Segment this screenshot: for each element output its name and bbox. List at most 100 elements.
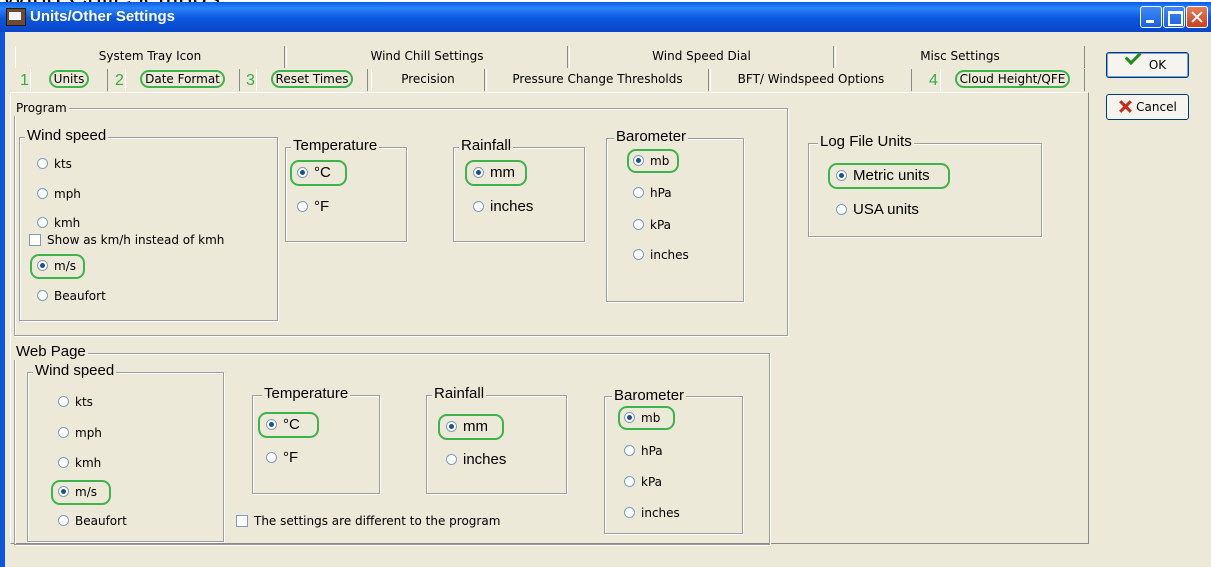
web-temperature-group <box>252 395 380 494</box>
settings-window: Units/Other Settings System Tray Icon Wi… <box>0 0 1211 567</box>
program-rain-inches-radio[interactable]: inches <box>473 198 533 216</box>
app-icon <box>6 8 26 26</box>
program-baro-mb-radio[interactable]: mb <box>633 152 669 170</box>
tab-date-format-label: Date Format <box>140 70 225 88</box>
program-temp-f-radio[interactable]: °F <box>297 198 329 216</box>
web-wind-speed-label: Wind speed <box>33 362 117 379</box>
tab-system-tray-icon[interactable]: System Tray Icon <box>15 46 285 68</box>
web-wind-ms-radio[interactable]: m/s <box>58 483 97 501</box>
program-baro-hpa-radio[interactable]: hPa <box>633 184 672 202</box>
program-wind-beaufort-radio[interactable]: Beaufort <box>37 287 106 305</box>
radio-button-icon <box>37 158 48 169</box>
radio-button-icon <box>633 155 644 166</box>
close-button[interactable] <box>1186 6 1208 28</box>
minimize-button[interactable] <box>1140 6 1162 28</box>
radio-button-icon <box>633 187 644 198</box>
show-kmh-checkbox[interactable]: Show as km/h instead of kmh <box>29 231 224 249</box>
web-rain-inches-radio[interactable]: inches <box>446 451 506 469</box>
program-baro-kpa-radio[interactable]: kPa <box>633 216 671 234</box>
radio-button-icon <box>58 486 69 497</box>
web-baro-mb-radio[interactable]: mb <box>624 409 660 427</box>
maximize-button[interactable] <box>1163 6 1185 28</box>
tab-reset-times[interactable]: Reset Times <box>256 69 368 91</box>
radio-button-icon <box>266 452 277 463</box>
radio-button-icon <box>624 507 635 518</box>
annotation-number-2: 2 <box>115 72 124 89</box>
web-temp-c-radio[interactable]: °C <box>266 416 300 434</box>
web-rainfall-group <box>426 395 567 494</box>
annotation-number-3: 3 <box>246 72 255 89</box>
web-temp-f-radio[interactable]: °F <box>266 449 298 467</box>
annotation-number-1: 1 <box>20 72 29 89</box>
web-wind-mph-radio[interactable]: mph <box>58 424 102 442</box>
web-baro-inches-radio[interactable]: inches <box>624 504 680 522</box>
radio-button-icon <box>58 396 69 407</box>
cross-icon <box>1118 99 1132 113</box>
radio-button-icon <box>633 249 644 260</box>
radio-button-icon <box>58 427 69 438</box>
log-metric-units-radio[interactable]: Metric units <box>836 167 930 185</box>
title-bar[interactable]: Units/Other Settings <box>0 2 1211 32</box>
program-temp-c-radio[interactable]: °C <box>297 164 331 182</box>
tab-precision[interactable]: Precision <box>371 69 485 91</box>
web-baro-kpa-radio[interactable]: kPa <box>624 473 662 491</box>
tab-cloud-height-qfe[interactable]: Cloud Height/QFE <box>940 69 1085 91</box>
radio-button-icon <box>297 201 308 212</box>
ok-label: OK <box>1148 58 1167 72</box>
radio-button-icon <box>624 412 635 423</box>
cancel-button[interactable]: Cancel <box>1106 94 1189 120</box>
program-wind-mph-radio[interactable]: mph <box>37 185 81 203</box>
web-temperature-label: Temperature <box>262 385 351 402</box>
web-baro-hpa-radio[interactable]: hPa <box>624 442 663 460</box>
radio-button-icon <box>297 167 308 178</box>
checkbox-icon <box>29 234 41 246</box>
radio-button-icon <box>473 201 484 212</box>
radio-button-icon <box>37 217 48 228</box>
radio-button-icon <box>37 260 48 271</box>
radio-button-icon <box>836 204 847 215</box>
ok-button[interactable]: OK <box>1106 52 1189 78</box>
web-wind-kmh-radio[interactable]: kmh <box>58 454 101 472</box>
tab-pressure-change-thresholds[interactable]: Pressure Change Thresholds <box>486 69 709 91</box>
annotation-number-4: 4 <box>929 72 938 89</box>
log-file-units-group <box>808 143 1042 237</box>
checkbox-icon <box>236 515 248 527</box>
radio-button-icon <box>473 167 484 178</box>
program-rainfall-label: Rainfall <box>459 137 514 154</box>
log-usa-units-radio[interactable]: USA units <box>836 201 919 219</box>
program-wind-speed-label: Wind speed <box>25 127 109 144</box>
radio-button-icon <box>836 170 847 181</box>
tab-date-format[interactable]: Date Format <box>125 69 240 91</box>
program-wind-ms-radio[interactable]: m/s <box>37 257 76 275</box>
radio-button-icon <box>446 454 457 465</box>
radio-button-icon <box>58 457 69 468</box>
web-rainfall-label: Rainfall <box>432 385 487 402</box>
program-baro-inches-radio[interactable]: inches <box>633 246 689 264</box>
program-temperature-label: Temperature <box>291 137 380 154</box>
tab-misc-settings[interactable]: Misc Settings <box>835 46 1085 68</box>
tab-cloud-height-label: Cloud Height/QFE <box>954 70 1071 88</box>
web-wind-kts-radio[interactable]: kts <box>58 393 93 411</box>
program-wind-kts-radio[interactable]: kts <box>37 155 72 173</box>
tab-units[interactable]: Units <box>30 69 108 91</box>
cancel-label: Cancel <box>1136 100 1177 114</box>
program-rain-mm-radio[interactable]: mm <box>473 164 515 182</box>
radio-button-icon <box>37 290 48 301</box>
radio-button-icon <box>58 515 69 526</box>
tab-units-label: Units <box>48 70 90 88</box>
tab-wind-speed-dial[interactable]: Wind Speed Dial <box>569 46 834 68</box>
web-rain-mm-radio[interactable]: mm <box>446 418 488 436</box>
settings-different-checkbox[interactable]: The settings are different to the progra… <box>236 512 500 530</box>
web-page-group-label: Web Page <box>14 343 88 360</box>
web-wind-beaufort-radio[interactable]: Beaufort <box>58 512 127 530</box>
radio-button-icon <box>624 476 635 487</box>
tab-bft-windspeed-options[interactable]: BFT/ Windspeed Options <box>710 69 912 91</box>
program-barometer-label: Barometer <box>614 128 689 145</box>
program-wind-kmh-radio[interactable]: kmh <box>37 214 80 232</box>
radio-button-icon <box>266 419 277 430</box>
tab-wind-chill-settings[interactable]: Wind Chill Settings <box>286 46 568 68</box>
radio-button-icon <box>37 188 48 199</box>
program-group-label: Program <box>14 100 69 116</box>
radio-button-icon <box>446 421 457 432</box>
window-title: Units/Other Settings <box>30 8 176 25</box>
